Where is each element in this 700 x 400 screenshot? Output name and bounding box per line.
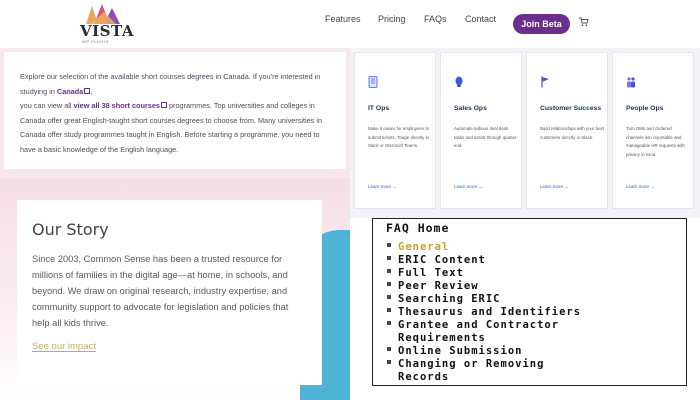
card-description: Build relationships with your best custo… bbox=[540, 126, 604, 140]
card-title: Customer Success bbox=[540, 105, 602, 112]
card-description: Automate tedious deal desk tasks and ass… bbox=[454, 126, 518, 149]
story-text: Since 2003, Common Sense has been a trus… bbox=[32, 254, 289, 328]
faq-item-label: Full Text bbox=[398, 267, 464, 279]
bulb-icon bbox=[455, 76, 463, 87]
canada-link[interactable]: Canada bbox=[57, 87, 83, 96]
bullet-icon bbox=[387, 295, 391, 299]
people-icon bbox=[627, 77, 635, 88]
faq-item-thesaurus[interactable]: Thesaurus and Identifiers bbox=[387, 306, 581, 318]
learn-more-link[interactable]: Learn more → bbox=[368, 184, 397, 189]
bullet-icon bbox=[387, 308, 391, 312]
logo-subtitle: WP PLUGIN bbox=[82, 39, 109, 44]
faq-title: FAQ Home bbox=[386, 221, 450, 235]
faq-item-requirements[interactable]: Requirements bbox=[398, 332, 486, 344]
bullet-icon bbox=[387, 360, 391, 364]
nav-pricing[interactable]: Pricing bbox=[378, 14, 406, 24]
bullet-icon bbox=[387, 269, 391, 273]
faq-item-label: General bbox=[398, 241, 450, 253]
card-title: IT Ops bbox=[368, 105, 390, 112]
flag-icon bbox=[541, 76, 549, 88]
faq-item-label: Requirements bbox=[398, 332, 486, 344]
faq-item-searching-eric[interactable]: Searching ERIC bbox=[387, 293, 501, 305]
nav-features[interactable]: Features bbox=[325, 14, 361, 24]
card-description: Make it easier for employees to submit t… bbox=[368, 126, 430, 149]
story-title: Our Story bbox=[32, 220, 109, 239]
learn-more-link[interactable]: Learn more → bbox=[540, 184, 569, 189]
external-link-icon bbox=[160, 102, 167, 108]
learn-more-link[interactable]: Learn more → bbox=[454, 184, 483, 189]
bullet-icon bbox=[387, 256, 391, 260]
faq-item-label: Records bbox=[398, 371, 450, 383]
card-title: Sales Ops bbox=[454, 105, 487, 112]
faq-item-peer-review[interactable]: Peer Review bbox=[387, 280, 479, 292]
faq-item-label: Peer Review bbox=[398, 280, 479, 292]
vista-logo[interactable]: VISTA WP PLUGIN bbox=[80, 4, 133, 44]
view-all-courses-link[interactable]: view all 38 short courses bbox=[74, 101, 160, 110]
faq-item-label: Thesaurus and Identifiers bbox=[398, 306, 582, 318]
logo-text: VISTA bbox=[80, 22, 134, 40]
card-it-ops[interactable]: IT Ops Make it easier for employees to s… bbox=[354, 52, 436, 209]
faq-item-label: Searching ERIC bbox=[398, 293, 501, 305]
card-sales-ops[interactable]: Sales Ops Automate tedious deal desk tas… bbox=[440, 52, 522, 209]
bullet-icon bbox=[387, 282, 391, 286]
faq-item-label: ERIC Content bbox=[398, 254, 486, 266]
cart-icon[interactable] bbox=[579, 17, 589, 27]
card-title: People Ops bbox=[626, 105, 664, 112]
faq-item-label: Grantee and Contractor bbox=[398, 319, 560, 331]
card-customer-success[interactable]: Customer Success Build relationships wit… bbox=[526, 52, 608, 209]
nav-contact[interactable]: Contact bbox=[465, 14, 496, 24]
bullet-icon bbox=[387, 321, 391, 325]
card-people-ops[interactable]: People Ops Turn DMs and cluttered channe… bbox=[612, 52, 694, 209]
join-beta-button[interactable]: Join Beta bbox=[513, 14, 570, 34]
faq-menu: FAQ Home General ERIC Content Full Text … bbox=[372, 218, 687, 386]
card-description: Turn DMs and cluttered channels into rep… bbox=[626, 126, 685, 157]
tablet-icon bbox=[368, 76, 378, 88]
see-our-impact-link[interactable]: See our impact bbox=[32, 341, 96, 352]
intro-text: , bbox=[90, 86, 93, 96]
faq-item-records[interactable]: Records bbox=[398, 371, 449, 383]
site-header: VISTA WP PLUGIN Features Pricing FAQs Co… bbox=[0, 0, 700, 48]
nav-faqs[interactable]: FAQs bbox=[424, 14, 447, 24]
faq-item-changing[interactable]: Changing or Removing bbox=[387, 358, 544, 370]
our-story-card: Our Story Since 2003, Common Sense has b… bbox=[17, 200, 322, 385]
faq-item-online-submission[interactable]: Online Submission bbox=[387, 345, 522, 357]
faq-item-grantee[interactable]: Grantee and Contractor bbox=[387, 319, 559, 331]
faq-item-label: Online Submission bbox=[398, 345, 523, 357]
faq-item-full-text[interactable]: Full Text bbox=[387, 267, 464, 279]
intro-text: you can view all bbox=[20, 101, 72, 110]
learn-more-link[interactable]: Learn more → bbox=[626, 184, 655, 189]
faq-item-eric-content[interactable]: ERIC Content bbox=[387, 254, 486, 266]
faq-item-general[interactable]: General bbox=[387, 241, 449, 253]
bullet-icon bbox=[387, 347, 391, 351]
bullet-icon bbox=[387, 243, 391, 247]
intro-text-block: Explore our selection of the available s… bbox=[4, 52, 346, 169]
faq-item-label: Changing or Removing bbox=[398, 358, 545, 370]
